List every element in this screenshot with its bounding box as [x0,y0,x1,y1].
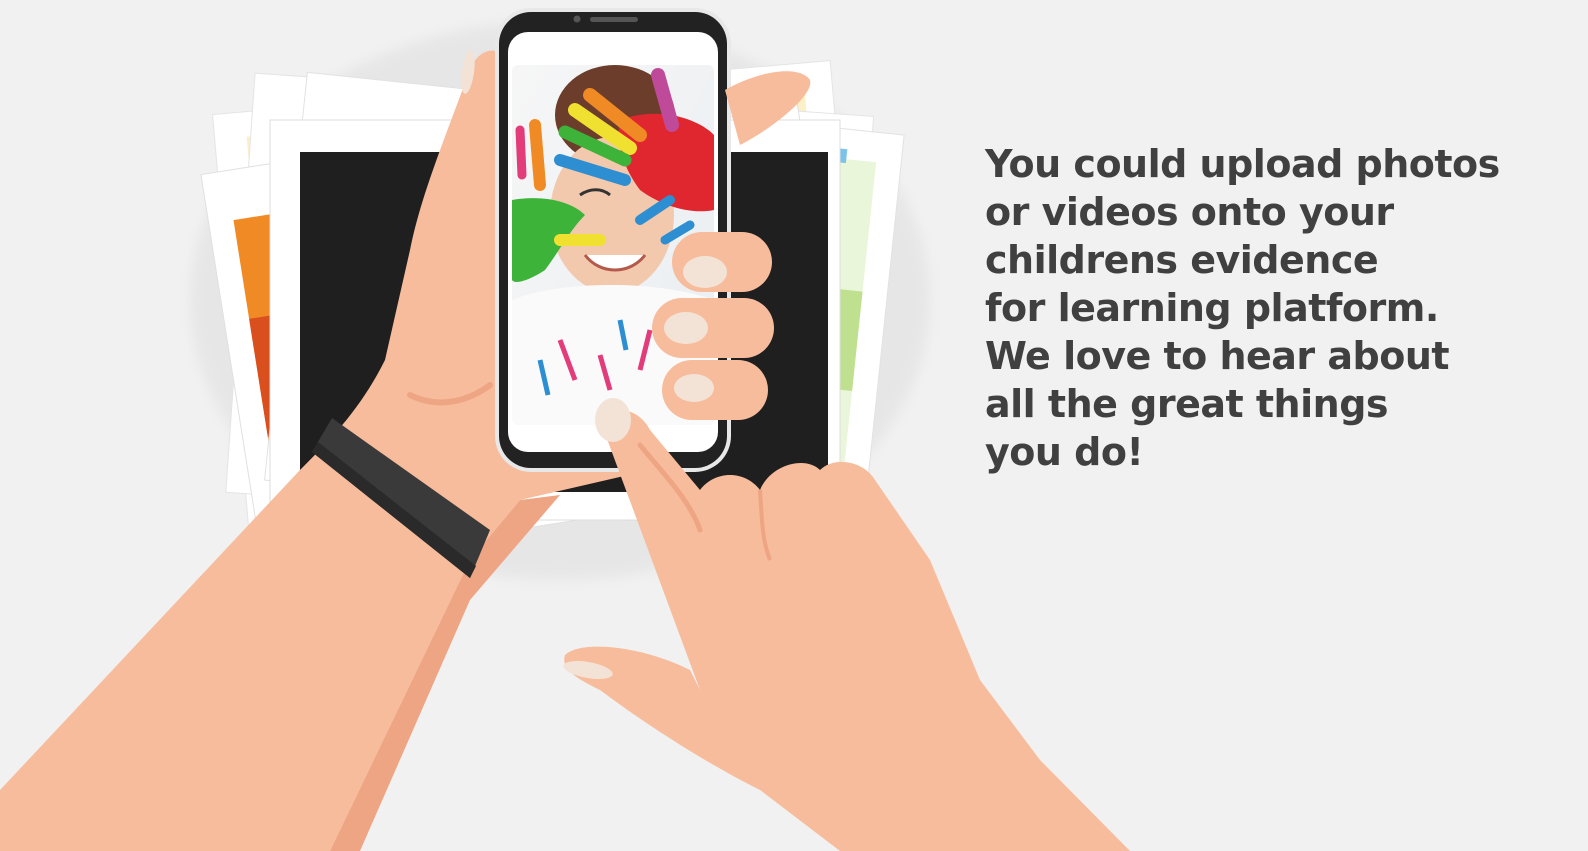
message-line-4: for learning platform. [985,286,1439,330]
message-line-5: We love to hear about [985,334,1450,378]
message-line-1: You could upload photos [985,142,1500,186]
message-line-6: all the great things [985,382,1389,426]
message-line-7: you do! [985,430,1144,474]
message-line-2: or videos onto your [985,190,1394,234]
message-line-3: childrens evidence [985,238,1379,282]
upload-message: You could upload photos or videos onto y… [985,140,1545,476]
